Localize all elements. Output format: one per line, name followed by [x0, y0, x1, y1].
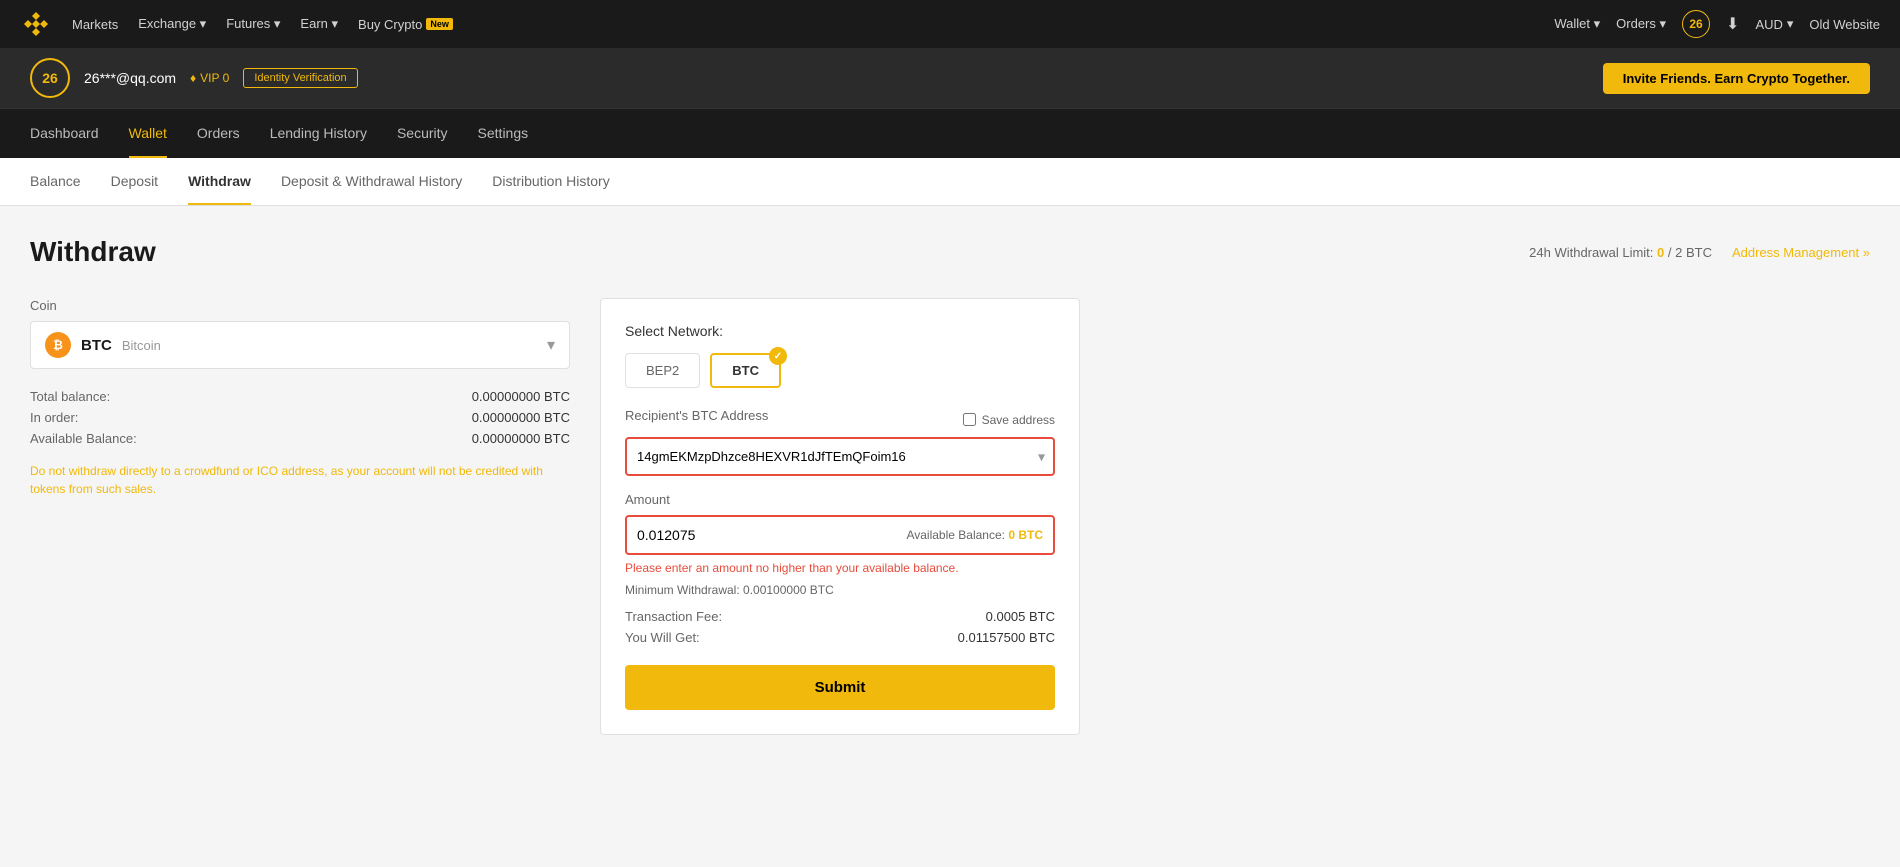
page-header: Withdraw 24h Withdrawal Limit: 0 / 2 BTC… [30, 236, 1870, 268]
transaction-fee-value: 0.0005 BTC [986, 609, 1055, 624]
address-field-label: Recipient's BTC Address [625, 408, 768, 423]
sub-navigation: Balance Deposit Withdraw Deposit & Withd… [0, 158, 1900, 206]
binance-logo-icon [20, 8, 52, 40]
account-nav-wallet[interactable]: Wallet [129, 109, 167, 158]
available-label: Available Balance: [30, 431, 137, 446]
network-section-title: Select Network: [625, 323, 1055, 339]
available-balance-inline-value: 0 BTC [1008, 528, 1043, 542]
fee-row-transaction: Transaction Fee: 0.0005 BTC [625, 609, 1055, 624]
balance-row-total: Total balance: 0.00000000 BTC [30, 389, 570, 404]
inorder-value: 0.00000000 BTC [472, 410, 570, 425]
left-section: Coin ₿ BTC Bitcoin ▾ Total balance: 0.00… [30, 298, 570, 498]
btc-selected-check: ✓ [769, 347, 787, 365]
coin-selector[interactable]: ₿ BTC Bitcoin ▾ [30, 321, 570, 369]
account-nav-orders[interactable]: Orders [197, 109, 240, 158]
user-bar-left: 26 26***@qq.com ♦ VIP 0 Identity Verific… [30, 58, 358, 98]
you-will-get-label: You Will Get: [625, 630, 700, 645]
user-email: 26***@qq.com [84, 70, 176, 86]
nav-item-exchange[interactable]: Exchange ▾ [138, 16, 206, 32]
form-section: Coin ₿ BTC Bitcoin ▾ Total balance: 0.00… [30, 298, 1870, 735]
coin-field-label: Coin [30, 298, 570, 313]
amount-area: Amount Available Balance: 0 BTC Please e… [625, 492, 1055, 597]
nav-item-markets[interactable]: Markets [72, 17, 118, 32]
amount-error-text: Please enter an amount no higher than yo… [625, 561, 1055, 575]
coin-dropdown-arrow: ▾ [547, 335, 555, 355]
coin-selector-left: ₿ BTC Bitcoin [45, 332, 161, 358]
account-nav-lending-history[interactable]: Lending History [270, 109, 367, 158]
user-avatar-top[interactable]: 26 [1682, 10, 1710, 38]
balance-table: Total balance: 0.00000000 BTC In order: … [30, 389, 570, 446]
sub-nav-deposit[interactable]: Deposit [111, 158, 158, 205]
nav-item-futures[interactable]: Futures ▾ [226, 16, 280, 32]
ico-warning-text: Do not withdraw directly to a crowdfund … [30, 462, 570, 498]
sub-nav-balance[interactable]: Balance [30, 158, 81, 205]
coin-symbol: BTC [81, 337, 112, 354]
identity-verification-button[interactable]: Identity Verification [243, 68, 357, 88]
available-balance-inline: Available Balance: 0 BTC [906, 528, 1053, 542]
balance-row-available: Available Balance: 0.00000000 BTC [30, 431, 570, 446]
sub-nav-withdraw[interactable]: Withdraw [188, 158, 251, 205]
account-nav-security[interactable]: Security [397, 109, 448, 158]
logo-area[interactable] [20, 8, 52, 40]
amount-input-wrapper: Available Balance: 0 BTC [625, 515, 1055, 555]
new-badge: New [426, 18, 453, 30]
sub-nav-deposit-withdrawal-history[interactable]: Deposit & Withdrawal History [281, 158, 462, 205]
submit-button[interactable]: Submit [625, 665, 1055, 710]
amount-input[interactable] [627, 517, 906, 553]
old-website-link[interactable]: Old Website [1809, 17, 1880, 32]
min-withdrawal-text: Minimum Withdrawal: 0.00100000 BTC [625, 583, 1055, 597]
account-nav-settings[interactable]: Settings [478, 109, 529, 158]
top-navigation: Markets Exchange ▾ Futures ▾ Earn ▾ Buy … [0, 0, 1900, 48]
user-avatar-large: 26 [30, 58, 70, 98]
you-will-get-value: 0.01157500 BTC [958, 630, 1055, 645]
sub-nav-distribution-history[interactable]: Distribution History [492, 158, 609, 205]
inorder-label: In order: [30, 410, 78, 425]
network-buttons: BEP2 BTC ✓ [625, 353, 1055, 388]
address-input[interactable] [627, 439, 1053, 474]
address-area: Recipient's BTC Address Save address ▾ [625, 408, 1055, 476]
address-top-row: Recipient's BTC Address Save address [625, 408, 1055, 431]
total-balance-label: Total balance: [30, 389, 110, 404]
main-content: Withdraw 24h Withdrawal Limit: 0 / 2 BTC… [0, 206, 1900, 806]
invite-friends-button[interactable]: Invite Friends. Earn Crypto Together. [1603, 63, 1870, 94]
nav-item-earn[interactable]: Earn ▾ [300, 16, 338, 32]
main-nav-items: Markets Exchange ▾ Futures ▾ Earn ▾ Buy … [72, 16, 453, 32]
transaction-fee-label: Transaction Fee: [625, 609, 722, 624]
address-management-link[interactable]: Address Management » [1732, 245, 1870, 260]
balance-row-inorder: In order: 0.00000000 BTC [30, 410, 570, 425]
account-navigation: Dashboard Wallet Orders Lending History … [0, 108, 1900, 158]
fee-table: Transaction Fee: 0.0005 BTC You Will Get… [625, 609, 1055, 645]
nav-item-buycrypto[interactable]: Buy Crypto New [358, 17, 453, 32]
account-nav-dashboard[interactable]: Dashboard [30, 109, 99, 158]
network-btn-btc[interactable]: BTC ✓ [710, 353, 781, 388]
network-btn-bep2[interactable]: BEP2 [625, 353, 700, 388]
total-balance-value: 0.00000000 BTC [472, 389, 570, 404]
save-address-row: Save address [963, 413, 1055, 427]
nav-item-wallet[interactable]: Wallet ▾ [1554, 16, 1600, 32]
save-address-label: Save address [982, 413, 1055, 427]
nav-item-orders[interactable]: Orders ▾ [1616, 16, 1666, 32]
right-section: Select Network: BEP2 BTC ✓ Recipient's B… [600, 298, 1080, 735]
withdrawal-limit-text: 24h Withdrawal Limit: 0 / 2 BTC [1529, 245, 1712, 260]
save-address-checkbox[interactable] [963, 413, 976, 426]
available-value: 0.00000000 BTC [472, 431, 570, 446]
address-input-wrapper: ▾ [625, 437, 1055, 476]
withdrawal-limit-area: 24h Withdrawal Limit: 0 / 2 BTC Address … [1529, 245, 1870, 260]
user-bar: 26 26***@qq.com ♦ VIP 0 Identity Verific… [0, 48, 1900, 108]
top-nav-left: Markets Exchange ▾ Futures ▾ Earn ▾ Buy … [20, 8, 453, 40]
currency-selector[interactable]: AUD ▾ [1755, 16, 1793, 32]
fee-row-receive: You Will Get: 0.01157500 BTC [625, 630, 1055, 645]
vip-badge: ♦ VIP 0 [190, 71, 229, 85]
coin-fullname: Bitcoin [122, 338, 161, 353]
page-title: Withdraw [30, 236, 156, 268]
top-nav-right: Wallet ▾ Orders ▾ 26 ⬇ AUD ▾ Old Website [1554, 10, 1880, 38]
address-dropdown-arrow[interactable]: ▾ [1038, 448, 1045, 465]
download-icon[interactable]: ⬇ [1726, 14, 1739, 34]
amount-field-label: Amount [625, 492, 1055, 507]
btc-icon: ₿ [45, 332, 71, 358]
withdrawal-current-value: 0 [1657, 245, 1664, 260]
